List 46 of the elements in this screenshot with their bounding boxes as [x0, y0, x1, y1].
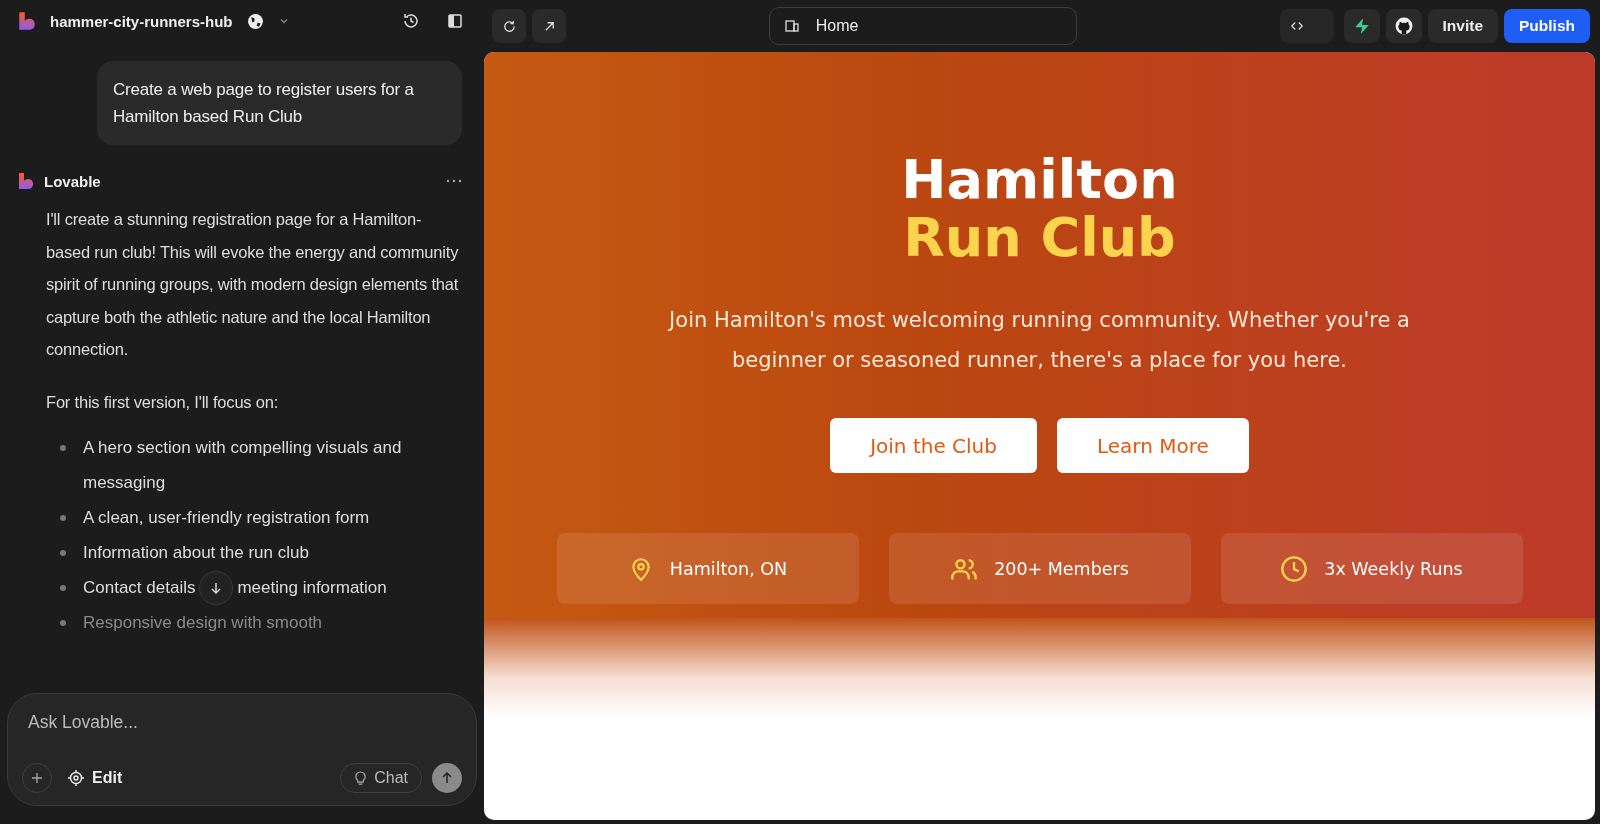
project-name[interactable]: hammer-city-runners-hub: [50, 12, 233, 30]
plus-icon: [31, 772, 43, 784]
history-icon[interactable]: [402, 12, 420, 30]
invite-button[interactable]: Invite: [1427, 9, 1498, 43]
stat-label: Hamilton, ON: [669, 558, 788, 579]
clock-icon: [1280, 554, 1309, 583]
logo-icon[interactable]: [16, 10, 38, 32]
edit-button[interactable]: Edit: [62, 768, 129, 788]
sidebar-toggle-icon[interactable]: [446, 12, 464, 30]
code-icon: [1289, 19, 1304, 33]
lightbulb-icon: [354, 770, 368, 786]
logo-icon: [16, 171, 36, 191]
code-toggle-button[interactable]: [1279, 9, 1334, 43]
stat-label: 3x Weekly Runs: [1324, 558, 1463, 579]
assistant-name: Lovable: [44, 172, 101, 190]
refresh-button[interactable]: [492, 9, 526, 43]
hero-title: Hamilton: [901, 152, 1178, 208]
globe-icon[interactable]: [246, 12, 264, 30]
github-icon: [1394, 17, 1413, 35]
bullet-text: A hero section with compelling visuals and messaging: [83, 437, 403, 494]
publish-button[interactable]: Publish: [1504, 9, 1590, 43]
hero-button[interactable]: Learn More: [1056, 418, 1249, 473]
prompt-input[interactable]: Ask Lovable...: [22, 712, 462, 733]
arrow-up-icon: [440, 771, 454, 785]
scroll-down-button[interactable]: [199, 570, 234, 605]
refresh-icon: [501, 18, 517, 34]
send-button[interactable]: [432, 763, 462, 793]
github-button[interactable]: [1385, 9, 1422, 43]
supabase-button[interactable]: [1343, 9, 1380, 43]
devices-icon: [783, 18, 800, 34]
route-field[interactable]: Home: [768, 7, 1077, 45]
hero-button[interactable]: Join the Club: [830, 418, 1037, 473]
message-paragraph: For this first version, I'll focus on:: [46, 391, 280, 413]
hero-title: Run Club: [903, 210, 1176, 266]
open-external-button[interactable]: [532, 9, 566, 43]
target-icon: [68, 770, 84, 786]
hero-subtitle: Join Hamilton's most welcoming running community. Whether you're a beginner or seasoned runner, there's a place for you here.: [667, 307, 1411, 374]
stat-label: 200+ Members: [994, 558, 1129, 579]
message-paragraph: I'll create a stunning registration page for a Hamilton-based run club! This will evoke the energy and community spirit of running groups, with modern design elements that capture both the athletic nature and the local Hamilton connection.: [46, 209, 460, 360]
user-message: Create a web page to register users for a Hamilton based Run Club: [97, 61, 462, 145]
more-icon[interactable]: [446, 179, 462, 183]
bullet-text: Responsive design with smooth: [83, 612, 323, 634]
bullet-text: Contact details: [83, 577, 196, 599]
bullet-text: meeting information: [237, 577, 387, 599]
bullet-text: Information about the run club: [83, 542, 309, 564]
bullet-text: A clean, user-friendly registration form: [83, 507, 370, 529]
